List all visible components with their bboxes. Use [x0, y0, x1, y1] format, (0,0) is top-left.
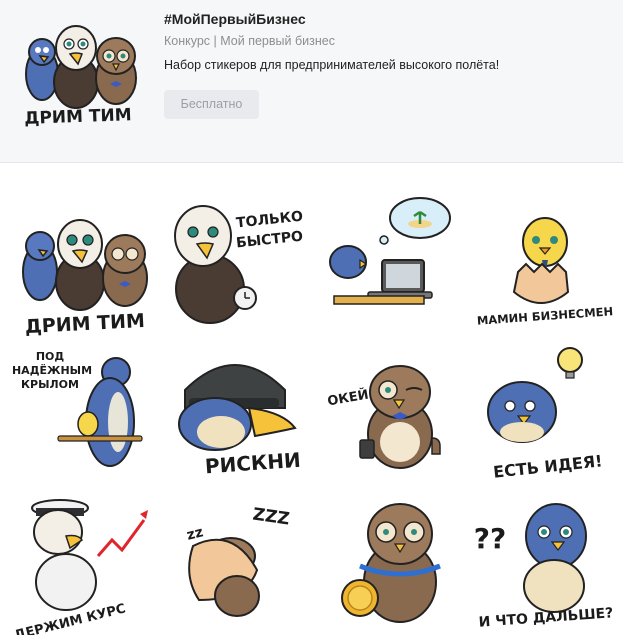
svg-text:ОКЕЙ: ОКЕЙ — [326, 387, 370, 410]
svg-text:ПОД: ПОД — [36, 350, 65, 363]
pack-description: Набор стикеров для предпринимателей высо… — [164, 58, 500, 72]
svg-text:БЫСТРО: БЫСТРО — [235, 229, 304, 252]
thumbs-up-icon — [431, 437, 441, 455]
svg-text:МАМИН БИЗНЕСМЕН: МАМИН БИЗНЕСМЕН — [476, 304, 613, 327]
dream-team-art: ДРИМ ТИМ — [22, 219, 148, 338]
chick-in-egg-art: МАМИН БИЗНЕСМЕН — [476, 217, 614, 328]
sticker-fast[interactable]: ТОЛЬКО БЫСТРО — [165, 194, 315, 344]
falcon-and-chick-art: ПОД НАДЁЖНЫМ КРЫЛОМ — [12, 350, 143, 467]
svg-text:РИСКНИ: РИСКНИ — [204, 448, 301, 479]
captain-eagle-art: ДЕРЖИМ КУРС — [13, 499, 148, 635]
falcon-helmet-art: РИСКНИ — [178, 364, 301, 479]
sticker-under-wing[interactable]: ПОД НАДЁЖНЫМ КРЫЛОМ — [10, 342, 160, 492]
svg-text:zz: zz — [185, 524, 205, 543]
dream-team-caption: ДРИМ ТИМ — [24, 310, 145, 338]
svg-text:??: ?? — [474, 522, 506, 555]
lightbulb-icon — [557, 347, 583, 373]
sticker-dream-team[interactable]: ДРИМ ТИМ — [10, 200, 160, 350]
dream-team-cover-art: ДРИМ ТИМ — [24, 25, 137, 129]
sticker-idea[interactable]: ЕСТЬ ИДЕЯ! — [470, 342, 620, 492]
svg-text:ДРИМ ТИМ: ДРИМ ТИМ — [24, 105, 132, 129]
sticker-okay[interactable]: ОКЕЙ — [320, 342, 470, 492]
svg-text:КРЫЛОМ: КРЫЛОМ — [21, 378, 79, 391]
get-free-button[interactable]: Бесплатно — [164, 90, 259, 119]
bird-with-laptop-art — [329, 197, 451, 305]
pack-title: #МойПервыйБизнес — [164, 11, 306, 27]
sticker-sleep[interactable]: zz ZZZ — [165, 486, 315, 635]
sticker-risky[interactable]: РИСКНИ — [165, 342, 315, 492]
svg-text:ZZZ: ZZZ — [251, 505, 290, 530]
sticker-keep-course[interactable]: ДЕРЖИМ КУРС — [10, 486, 160, 635]
svg-text:И ЧТО ДАЛЬШЕ?: И ЧТО ДАЛЬШЕ? — [478, 605, 614, 630]
sticker-whats-next[interactable]: ?? И ЧТО ДАЛЬШЕ? — [470, 486, 620, 635]
svg-text:ЕСТЬ ИДЕЯ!: ЕСТЬ ИДЕЯ! — [492, 451, 603, 481]
sticker-medal[interactable] — [320, 486, 470, 635]
bird-with-lightbulb-art: ЕСТЬ ИДЕЯ! — [487, 347, 603, 482]
pack-cover-image[interactable]: ДРИМ ТИМ — [14, 12, 142, 130]
sticker-grid: ДРИМ ТИМ ТОЛЬКО БЫСТРО МАМИН БИЗНЕСМЕН П… — [0, 164, 623, 635]
svg-text:ТОЛЬКО: ТОЛЬКО — [235, 209, 303, 232]
svg-text:НАДЁЖНЫМ: НАДЁЖНЫМ — [12, 363, 92, 377]
owl-with-medal-art — [341, 503, 441, 623]
owl-thumbs-up-art: ОКЕЙ — [326, 365, 441, 469]
sleeping-owl-art: zz ZZZ — [185, 505, 291, 617]
sticker-pack-header: ДРИМ ТИМ #МойПервыйБизнес Конкурс | Мой … — [0, 0, 623, 163]
puzzled-falcon-art: ?? И ЧТО ДАЛЬШЕ? — [474, 503, 614, 631]
eagle-with-clock-art: ТОЛЬКО БЫСТРО — [174, 205, 304, 324]
sticker-dreaming-laptop[interactable] — [320, 197, 470, 350]
pack-subtitle[interactable]: Конкурс | Мой первый бизнес — [164, 34, 335, 48]
sticker-mama-businessman[interactable]: МАМИН БИЗНЕСМЕН — [470, 200, 620, 350]
